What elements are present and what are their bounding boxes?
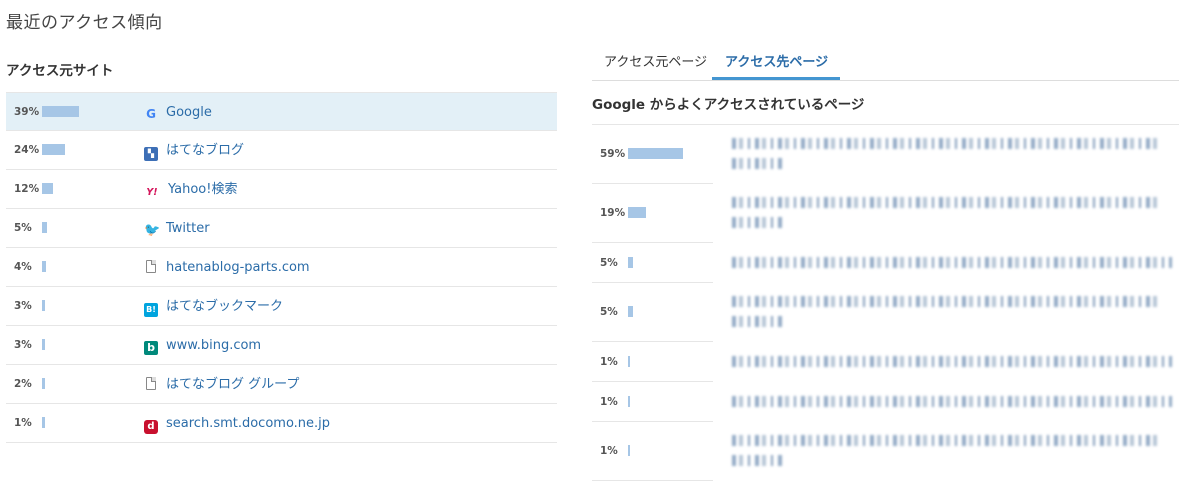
blurred-page-title[interactable]	[732, 356, 1172, 367]
landing-page-row[interactable]: 1%	[592, 342, 1172, 382]
landing-page-row[interactable]: 5%	[592, 283, 1162, 342]
referrer-percent: 4%	[14, 261, 32, 273]
tab-bar: アクセス元ページ アクセス先ページ	[592, 48, 1179, 81]
tab-landing-pages[interactable]: アクセス先ページ	[711, 48, 841, 80]
yahoo-icon: Y!	[146, 187, 158, 198]
referrer-row: 3% b www.bing.com	[6, 326, 557, 365]
docomo-icon: d	[144, 420, 158, 434]
referrer-percent: 3%	[14, 339, 32, 351]
landing-pages-heading: Google からよくアクセスされているページ	[592, 97, 865, 113]
referrer-site-name: search.smt.docomo.ne.jp	[166, 416, 331, 431]
landing-page-percent: 19%	[600, 207, 626, 219]
blurred-page-title[interactable]	[732, 435, 1162, 446]
referrer-site-name: Yahoo!検索	[168, 182, 238, 197]
landing-page-bar	[628, 207, 646, 218]
referrer-row: 2% はてなブログ グループ	[6, 365, 557, 404]
landing-page-bar	[628, 445, 630, 456]
referrer-bar	[42, 300, 45, 311]
blurred-page-title[interactable]	[732, 316, 782, 327]
referrer-site-name: Twitter	[166, 221, 210, 236]
referrer-percent: 24%	[14, 144, 40, 156]
referrer-bar	[42, 183, 54, 194]
referrer-bar	[42, 417, 45, 428]
referrer-bar	[42, 339, 45, 350]
landing-pages-list: 59% 19% 5% 5% 1% 1% 1%	[592, 124, 1179, 481]
referrer-site-name: www.bing.com	[166, 338, 262, 353]
referrer-row: 24% ▚ はてなブログ	[6, 131, 557, 170]
blurred-page-title[interactable]	[732, 197, 1162, 208]
landing-page-bar	[628, 256, 633, 268]
landing-page-percent: 59%	[600, 148, 626, 160]
blurred-page-title[interactable]	[732, 217, 782, 228]
referrer-site-link[interactable]: B! はてなブックマーク	[144, 287, 283, 326]
referrer-list: 39% G Google 24% ▚ はてなブログ 12% Y! Yahoo!検索 5% 🐦 Twit…	[6, 92, 557, 443]
blurred-page-title[interactable]	[732, 455, 782, 466]
referrer-heading: アクセス元サイト	[6, 63, 114, 79]
referrer-bar	[42, 144, 65, 155]
referrer-site-link[interactable]: d search.smt.docomo.ne.jp	[144, 404, 330, 443]
referrer-percent: 1%	[14, 417, 32, 429]
referrer-percent: 39%	[14, 106, 40, 118]
referrer-row: 1% d search.smt.docomo.ne.jp	[6, 404, 557, 443]
referrer-percent: 12%	[14, 183, 40, 195]
referrer-site-link[interactable]: 🐦 Twitter	[144, 209, 210, 248]
referrer-percent: 2%	[14, 378, 32, 390]
referrer-site-name: Google	[166, 105, 212, 120]
blurred-page-title[interactable]	[732, 296, 1162, 307]
referrer-site-link[interactable]: G Google	[144, 93, 212, 132]
landing-page-row[interactable]: 1%	[592, 382, 1172, 422]
landing-page-bar	[628, 148, 683, 159]
blurred-page-title[interactable]	[732, 257, 1172, 268]
landing-page-bar	[628, 306, 633, 317]
referrer-site-link[interactable]: Y! Yahoo!検索	[144, 170, 237, 209]
landing-page-row[interactable]: 19%	[592, 184, 1162, 243]
landing-page-bar	[628, 355, 630, 367]
landing-page-percent: 1%	[600, 355, 618, 368]
page-title: 最近のアクセス傾向	[6, 13, 163, 33]
hatena-bookmark-icon: B!	[144, 303, 158, 317]
landing-page-row[interactable]: 59%	[592, 125, 1162, 184]
referrer-site-name: はてなブックマーク	[166, 299, 284, 314]
bing-icon: b	[144, 341, 158, 355]
referrer-row: 5% 🐦 Twitter	[6, 209, 557, 248]
landing-page-row[interactable]: 5%	[592, 243, 1172, 283]
landing-page-percent: 1%	[600, 395, 618, 408]
referrer-bar	[42, 261, 46, 272]
referrer-row: 39% G Google	[6, 92, 557, 131]
landing-page-percent: 5%	[600, 306, 618, 318]
blurred-page-title[interactable]	[732, 396, 1172, 407]
landing-page-row[interactable]: 1%	[592, 422, 1162, 481]
referrer-site-name: hatenablog-parts.com	[166, 260, 310, 275]
referrer-site-link[interactable]: はてなブログ グループ	[144, 365, 299, 404]
referrer-bar	[42, 106, 80, 117]
blurred-page-title[interactable]	[732, 138, 1162, 149]
landing-page-bar	[628, 395, 630, 407]
referrer-site-link[interactable]: ▚ はてなブログ	[144, 131, 244, 170]
tab-referrer-pages[interactable]: アクセス元ページ	[604, 48, 707, 78]
referrer-site-link[interactable]: b www.bing.com	[144, 326, 261, 365]
referrer-row: 3% B! はてなブックマーク	[6, 287, 557, 326]
referrer-site-name: はてなブログ グループ	[166, 377, 300, 392]
referrer-row: 12% Y! Yahoo!検索	[6, 170, 557, 209]
hatena-blog-icon: ▚	[144, 147, 158, 161]
twitter-icon: 🐦	[144, 223, 161, 238]
referrer-panel: アクセス元サイト 39% G Google 24% ▚ はてなブログ 12% Y! Yahoo!…	[6, 58, 557, 443]
referrer-site-name: はてなブログ	[166, 143, 245, 158]
landing-page-percent: 5%	[600, 256, 618, 269]
page-icon	[146, 260, 156, 273]
landing-page-percent: 1%	[600, 445, 618, 457]
referrer-bar	[42, 378, 45, 389]
google-icon: G	[146, 107, 156, 121]
blurred-page-title[interactable]	[732, 158, 782, 169]
page-icon	[146, 377, 156, 390]
referrer-percent: 5%	[14, 222, 32, 234]
referrer-bar	[42, 222, 47, 233]
referrer-percent: 3%	[14, 300, 32, 312]
landing-pages-panel: アクセス元ページ アクセス先ページ Google からよくアクセスされているペー…	[592, 48, 1179, 481]
referrer-row: 4% hatenablog-parts.com	[6, 248, 557, 287]
referrer-site-link[interactable]: hatenablog-parts.com	[144, 248, 310, 287]
